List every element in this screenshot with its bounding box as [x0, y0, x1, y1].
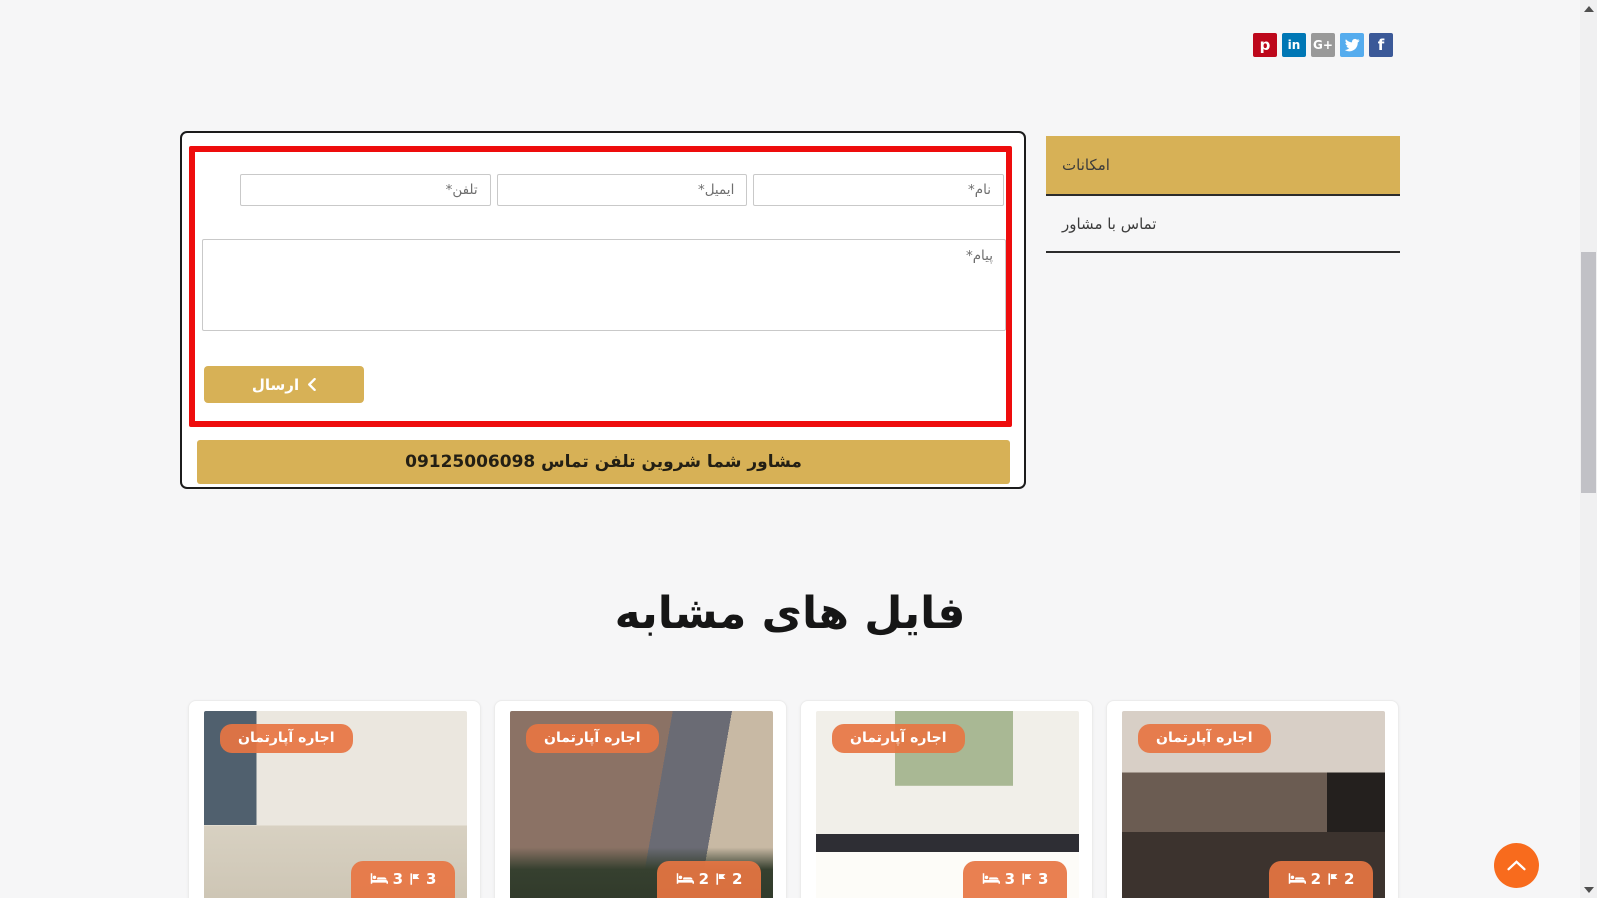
send-button-label: ارسال [251, 375, 300, 394]
flag-icon [716, 873, 726, 885]
property-photo: اجاره آپارتمان 2 2 [510, 711, 773, 898]
beds-count: 3 [1004, 870, 1015, 888]
flag-icon [410, 873, 420, 885]
listing-type-badge: اجاره آپارتمان [220, 724, 353, 753]
property-card[interactable]: اجاره آپارتمان 3 3 [800, 700, 1093, 898]
bed-icon [676, 873, 694, 884]
advisor-phone-text: مشاور شما شروین تلفن تماس 09125006098 [405, 452, 802, 472]
send-button[interactable]: ارسال [204, 366, 364, 403]
property-photo: اجاره آپارتمان 3 3 [204, 711, 467, 898]
phone-input[interactable] [239, 174, 491, 206]
googleplus-icon[interactable]: G+ [1311, 33, 1335, 57]
page: p in G+ f امکانات تماس با مشاور ارسال مش… [0, 0, 1597, 898]
bed-icon [982, 873, 1000, 884]
listing-specs-badge: 2 2 [1269, 861, 1373, 898]
scrollbar-thumb[interactable] [1581, 252, 1596, 493]
pinterest-icon[interactable]: p [1253, 33, 1277, 57]
facebook-icon[interactable]: f [1369, 33, 1393, 57]
contact-form-panel: ارسال مشاور شما شروین تلفن تماس 09125006… [180, 131, 1026, 489]
chevron-up-icon [1507, 860, 1526, 871]
baths-count: 3 [1038, 870, 1049, 888]
listing-specs-badge: 3 3 [351, 861, 455, 898]
tab-contact-advisor[interactable]: تماس با مشاور [1046, 196, 1400, 253]
message-textarea[interactable] [202, 239, 1006, 331]
property-card[interactable]: اجاره آپارتمان 2 2 [494, 700, 787, 898]
similar-files-title: فایل های مشابه [614, 588, 966, 639]
scrollbar [1580, 0, 1597, 898]
social-bar: p in G+ f [1253, 33, 1393, 57]
twitter-icon[interactable] [1340, 33, 1364, 57]
property-card[interactable]: اجاره آپارتمان 3 3 [188, 700, 481, 898]
baths-count: 2 [1344, 870, 1355, 888]
listing-type-badge: اجاره آپارتمان [832, 724, 965, 753]
bed-icon [1288, 873, 1306, 884]
flag-icon [1022, 873, 1032, 885]
contact-form-fields [239, 174, 1004, 206]
property-photo: اجاره آپارتمان 3 3 [816, 711, 1079, 898]
beds-count: 2 [1310, 870, 1321, 888]
bed-icon [370, 873, 388, 884]
property-card[interactable]: اجاره آپارتمان 2 2 [1106, 700, 1399, 898]
advisor-phone-bar: مشاور شما شروین تلفن تماس 09125006098 [197, 440, 1010, 484]
listing-specs-badge: 2 2 [657, 861, 761, 898]
scroll-to-top-button[interactable] [1494, 843, 1539, 888]
listing-type-badge: اجاره آپارتمان [1138, 724, 1271, 753]
flag-icon [1328, 873, 1338, 885]
beds-count: 3 [392, 870, 403, 888]
name-input[interactable] [753, 174, 1004, 206]
property-photo: اجاره آپارتمان 2 2 [1122, 711, 1385, 898]
twitter-bird-icon [1344, 38, 1360, 52]
linkedin-icon[interactable]: in [1282, 33, 1306, 57]
baths-count: 2 [732, 870, 743, 888]
similar-cards-row: اجاره آپارتمان 3 3 اجاره آپارتمان 2 2 اج… [188, 700, 1399, 898]
beds-count: 2 [698, 870, 709, 888]
baths-count: 3 [426, 870, 437, 888]
tab-amenities[interactable]: امکانات [1046, 136, 1400, 196]
scrollbar-up-arrow[interactable] [1580, 0, 1597, 17]
listing-type-badge: اجاره آپارتمان [526, 724, 659, 753]
chevron-left-icon [308, 378, 316, 391]
email-input[interactable] [496, 174, 748, 206]
scrollbar-down-arrow[interactable] [1580, 881, 1597, 898]
listing-specs-badge: 3 3 [963, 861, 1067, 898]
